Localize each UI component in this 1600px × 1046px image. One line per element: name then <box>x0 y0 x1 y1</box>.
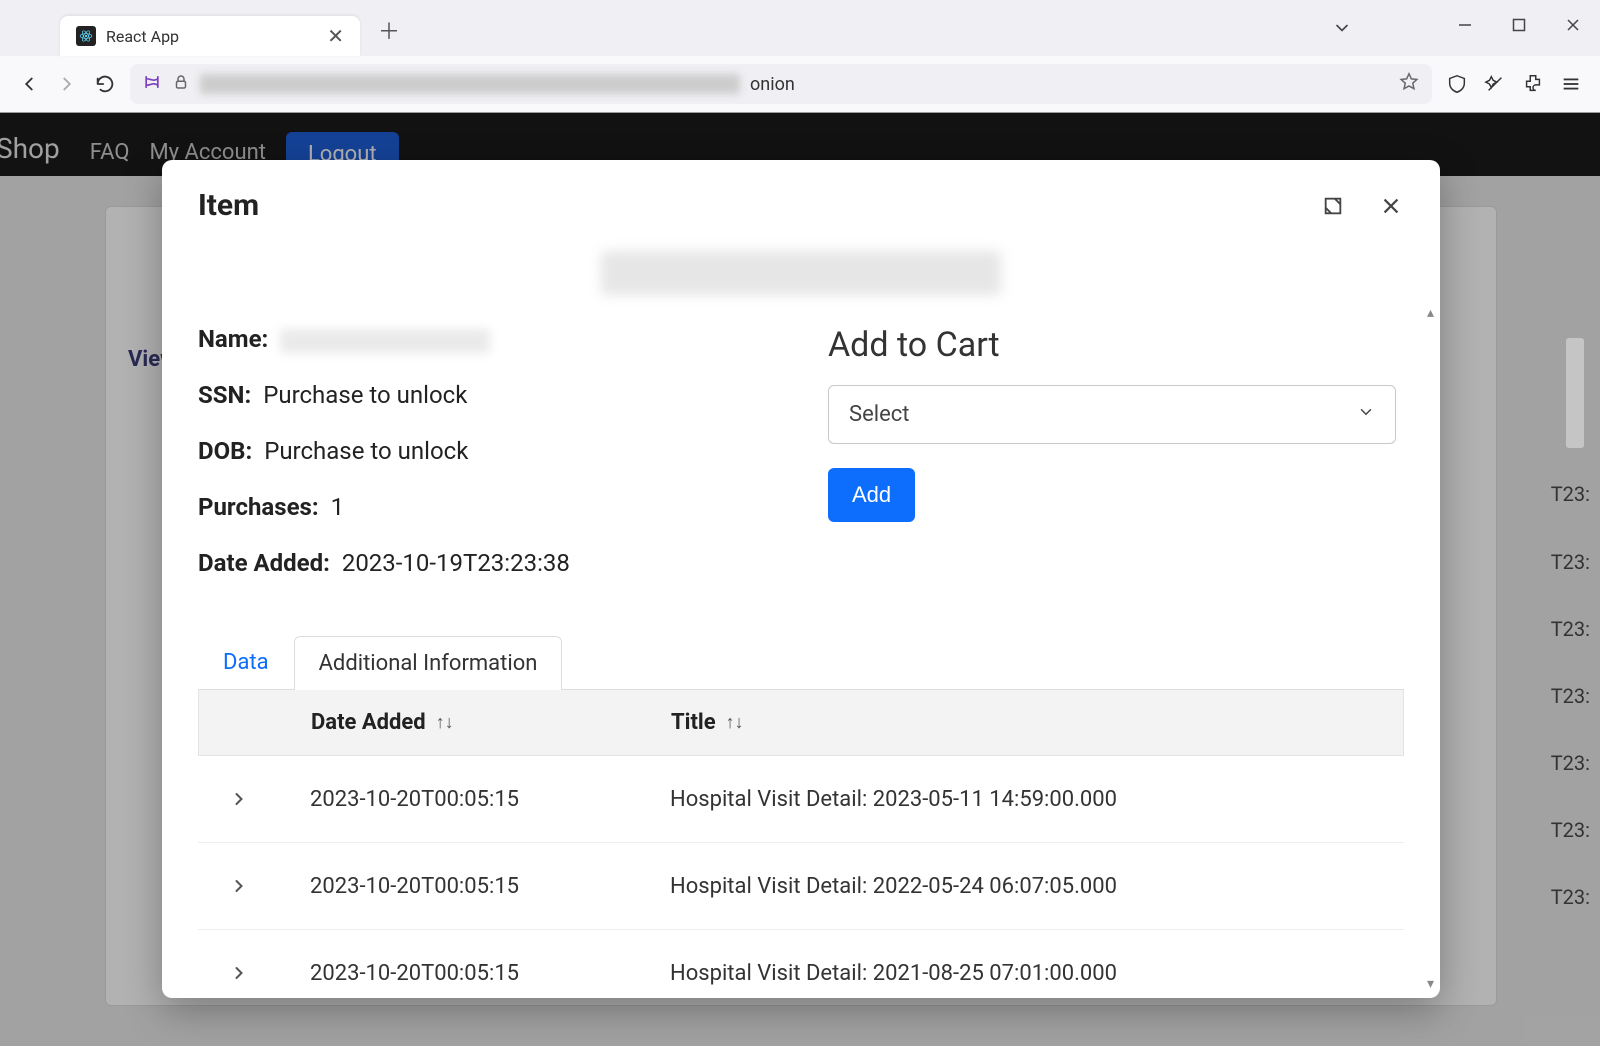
sort-icon: ↑↓ <box>436 712 454 733</box>
field-dob: DOB: Purchase to unlock <box>198 437 788 465</box>
bookmark-star-icon[interactable] <box>1398 71 1420 97</box>
window-close-icon[interactable] <box>1564 16 1582 34</box>
row-title: Hospital Visit Detail: 2022-05-24 06:07:… <box>670 874 1380 899</box>
item-modal: Item ▴ Name: SSN: Purchase to unlock DOB… <box>162 160 1440 998</box>
tab-close-icon[interactable]: ✕ <box>327 24 344 48</box>
page-scrollbar-thumb[interactable] <box>1566 338 1584 448</box>
row-title: Hospital Visit Detail: 2021-08-25 07:01:… <box>670 961 1380 986</box>
modal-title: Item <box>198 188 1320 223</box>
table-header: Date Added ↑↓ Title ↑↓ <box>198 690 1404 756</box>
back-icon[interactable] <box>16 71 42 97</box>
reload-icon[interactable] <box>92 71 118 97</box>
row-date: 2023-10-20T00:05:15 <box>310 961 670 986</box>
expand-row-icon[interactable] <box>222 782 256 816</box>
name-redacted <box>280 329 490 353</box>
col-title[interactable]: Title ↑↓ <box>671 710 1379 735</box>
window-maximize-icon[interactable] <box>1510 16 1528 34</box>
row-title: Hospital Visit Detail: 2023-05-11 14:59:… <box>670 787 1380 812</box>
table-body: 2023-10-20T00:05:15 Hospital Visit Detai… <box>198 756 1404 998</box>
table-row: 2023-10-20T00:05:15 Hospital Visit Detai… <box>198 756 1404 843</box>
modal-scroll-up-icon[interactable]: ▴ <box>1427 305 1434 321</box>
item-header-redacted <box>601 251 1001 295</box>
expand-row-icon[interactable] <box>222 956 256 990</box>
url-bar-row: onion <box>0 56 1600 112</box>
react-favicon <box>76 26 96 46</box>
url-suffix: onion <box>750 74 795 95</box>
cart-select-value: Select <box>849 402 909 427</box>
table-row: 2023-10-20T00:05:15 Hospital Visit Detai… <box>198 843 1404 930</box>
dob-label: DOB: <box>198 437 252 465</box>
purchases-label: Purchases: <box>198 493 319 521</box>
expand-modal-icon[interactable] <box>1320 193 1346 219</box>
browser-chrome: React App ✕ ＋ onion <box>0 0 1600 113</box>
forward-icon[interactable] <box>54 71 80 97</box>
name-label: Name: <box>198 325 268 353</box>
ssn-label: SSN: <box>198 381 251 409</box>
modal-header: Item <box>162 160 1440 233</box>
tab-bar: React App ✕ ＋ <box>0 0 1600 56</box>
tabs-dropdown-icon[interactable] <box>1332 18 1352 42</box>
sparkle-icon[interactable] <box>1482 71 1508 97</box>
dob-value: Purchase to unlock <box>264 437 468 465</box>
tab-data[interactable]: Data <box>198 635 294 689</box>
tor-circuit-icon[interactable] <box>142 72 162 96</box>
window-controls <box>1456 16 1582 34</box>
modal-body: ▴ Name: SSN: Purchase to unlock DOB: Pur… <box>162 233 1440 998</box>
detail-tabs: Data Additional Information <box>198 635 1404 690</box>
page-scrollbar[interactable] <box>1566 338 1584 906</box>
url-redacted <box>200 74 740 94</box>
lock-icon[interactable] <box>172 73 190 95</box>
menu-icon[interactable] <box>1558 71 1584 97</box>
url-bar[interactable]: onion <box>130 64 1432 104</box>
field-name: Name: <box>198 325 788 353</box>
field-purchases: Purchases: 1 <box>198 493 788 521</box>
col-date-added[interactable]: Date Added ↑↓ <box>311 710 671 735</box>
add-to-cart-panel: Add to Cart Select Add <box>828 325 1404 605</box>
row-date: 2023-10-20T00:05:15 <box>310 787 670 812</box>
shield-icon[interactable] <box>1444 71 1470 97</box>
expand-row-icon[interactable] <box>222 869 256 903</box>
add-button[interactable]: Add <box>828 468 915 522</box>
col-title-label: Title <box>671 710 716 735</box>
modal-scroll-down-icon[interactable]: ▾ <box>1427 976 1434 992</box>
tab-additional-information[interactable]: Additional Information <box>294 636 563 690</box>
date-added-value: 2023-10-19T23:23:38 <box>342 549 570 577</box>
item-details: Name: SSN: Purchase to unlock DOB: Purch… <box>198 325 788 605</box>
add-to-cart-title: Add to Cart <box>828 325 1404 365</box>
chevron-down-icon <box>1357 402 1375 427</box>
field-ssn: SSN: Purchase to unlock <box>198 381 788 409</box>
table-row: 2023-10-20T00:05:15 Hospital Visit Detai… <box>198 930 1404 998</box>
cart-select[interactable]: Select <box>828 385 1396 444</box>
sort-icon: ↑↓ <box>726 712 744 733</box>
ssn-value: Purchase to unlock <box>263 381 467 409</box>
close-modal-icon[interactable] <box>1378 193 1404 219</box>
col-date-added-label: Date Added <box>311 710 426 735</box>
new-tab-button[interactable]: ＋ <box>378 14 400 56</box>
date-added-label: Date Added: <box>198 549 330 577</box>
tab-title: React App <box>106 27 317 46</box>
purchases-value: 1 <box>331 493 345 521</box>
window-minimize-icon[interactable] <box>1456 16 1474 34</box>
extensions-icon[interactable] <box>1520 71 1546 97</box>
row-date: 2023-10-20T00:05:15 <box>310 874 670 899</box>
browser-tab[interactable]: React App ✕ <box>60 16 360 56</box>
field-date-added: Date Added: 2023-10-19T23:23:38 <box>198 549 788 577</box>
